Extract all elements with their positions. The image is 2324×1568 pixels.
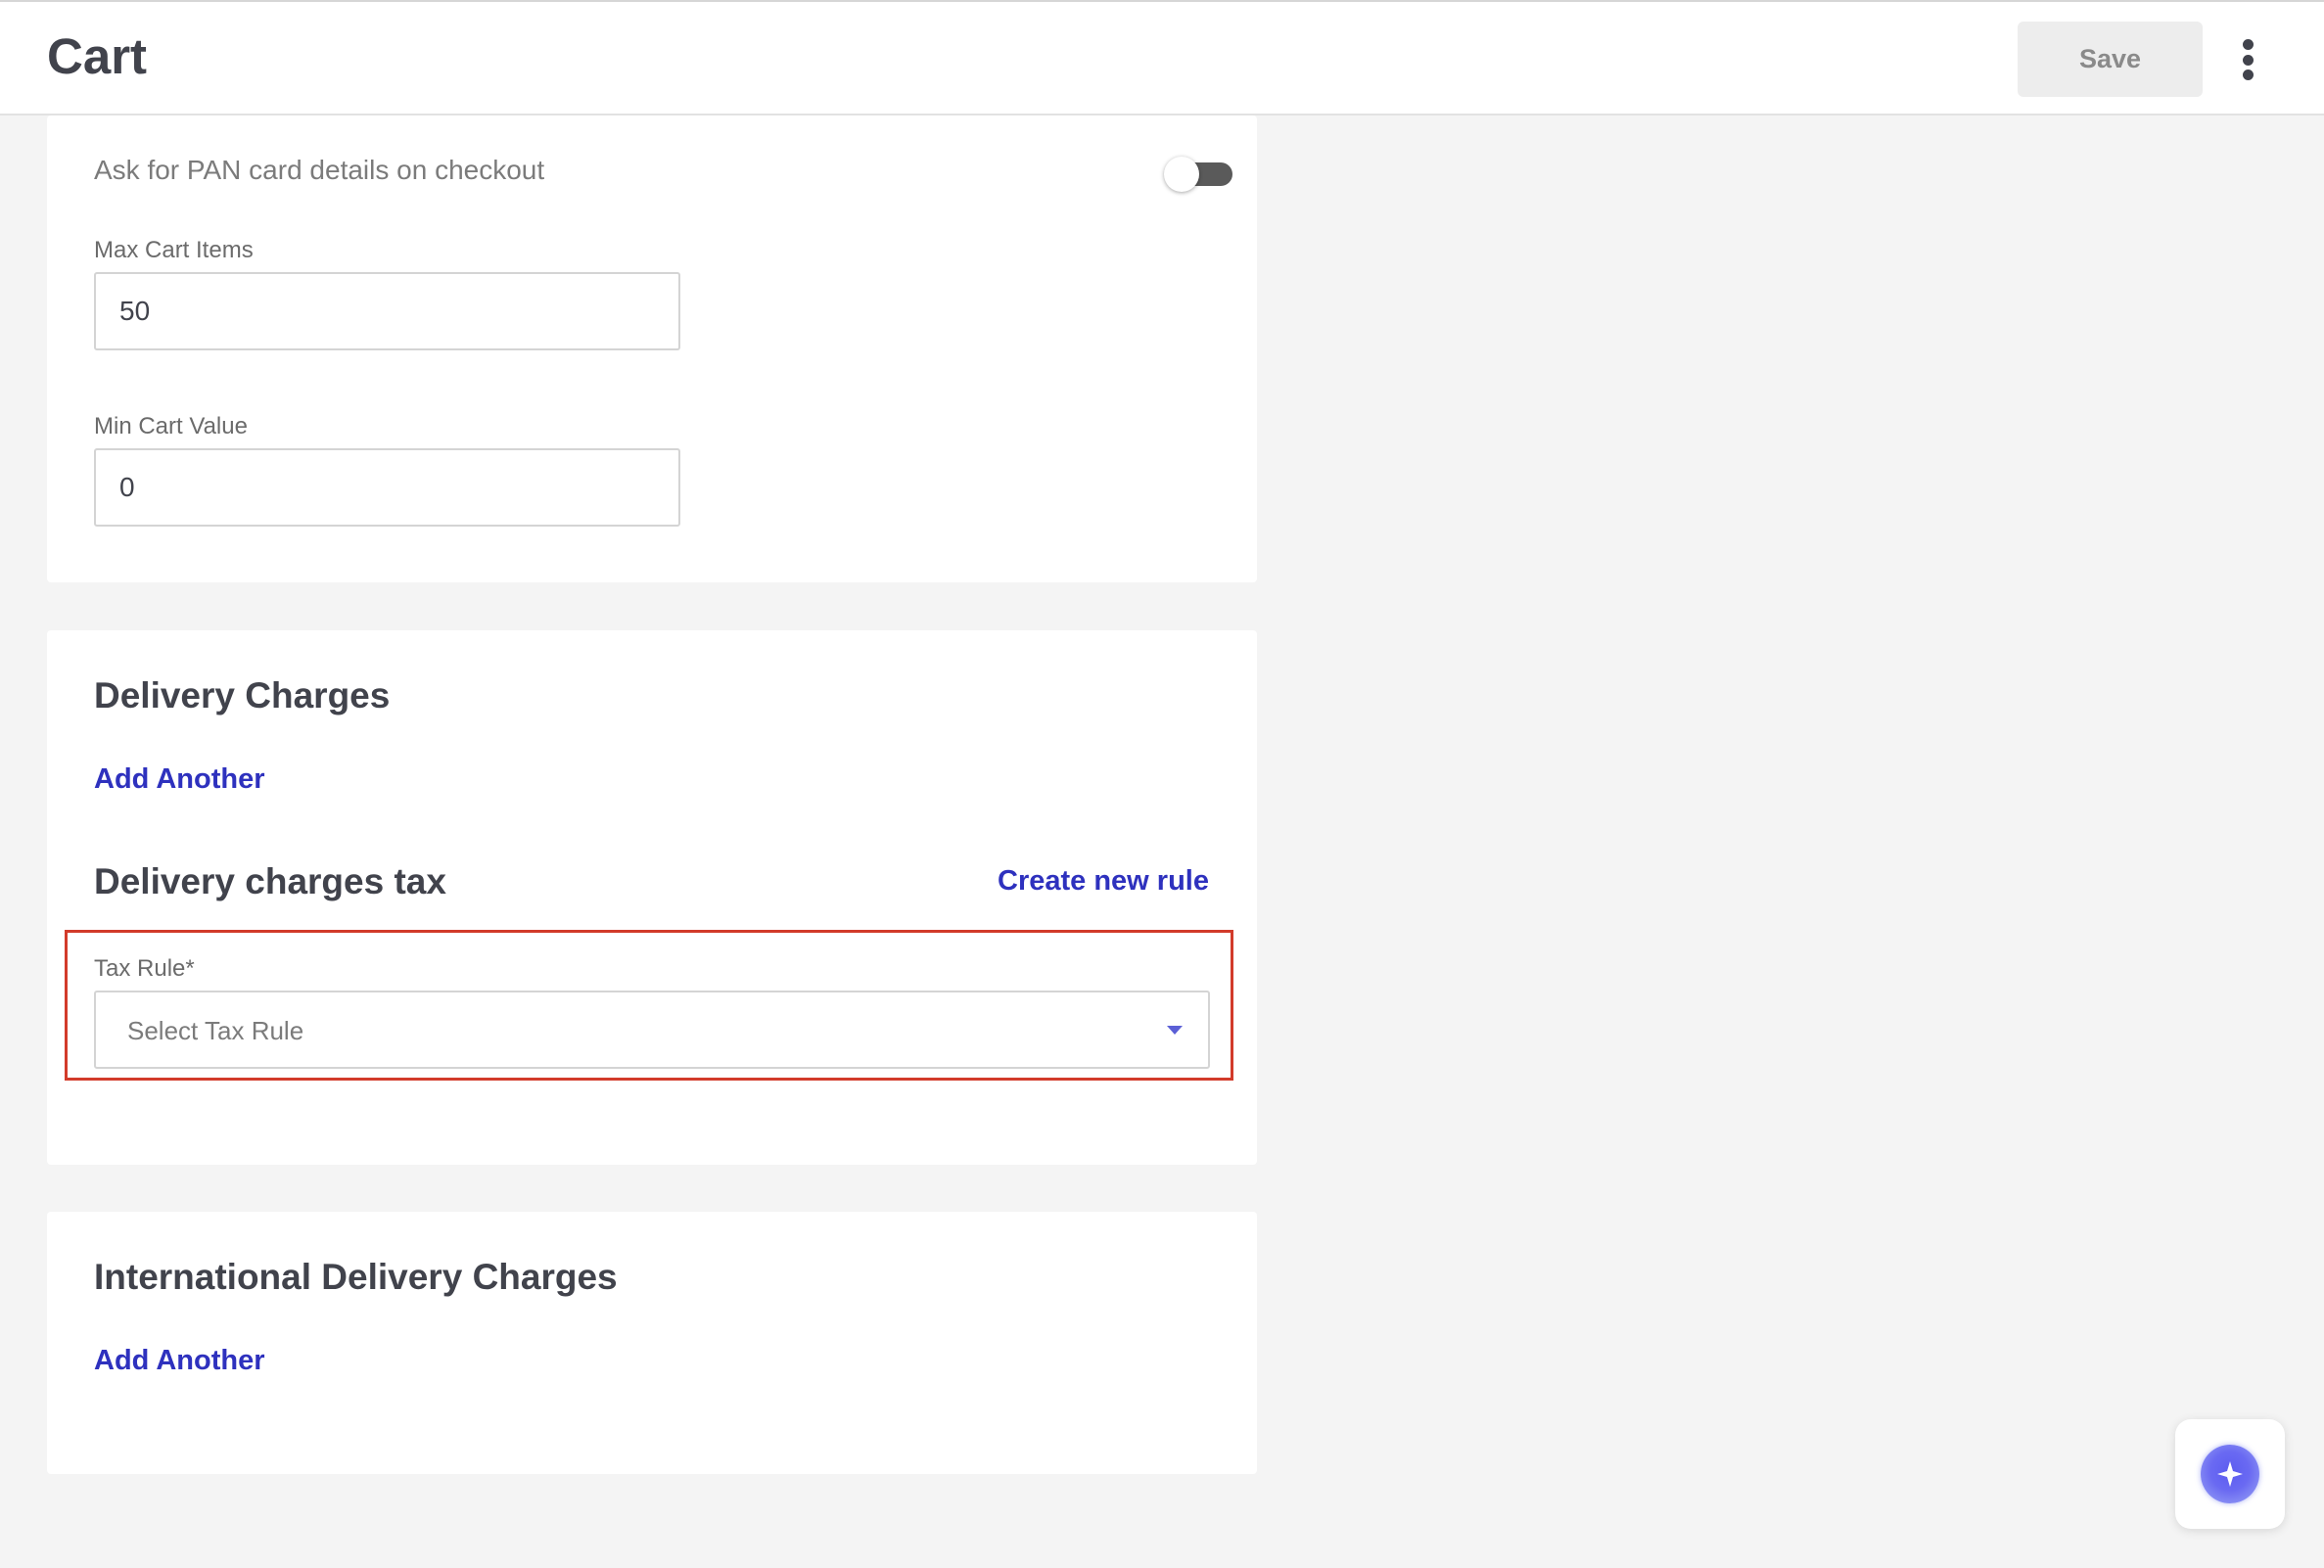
sparkle-icon [2201, 1445, 2259, 1503]
add-delivery-charge-link[interactable]: Add Another [94, 763, 265, 796]
min-cart-value-label: Min Cart Value [94, 413, 248, 439]
delivery-charges-title: Delivery Charges [94, 675, 391, 715]
kebab-dot [2242, 39, 2254, 50]
create-new-rule-link[interactable]: Create new rule [998, 865, 1209, 898]
chevron-down-icon [1167, 1026, 1183, 1035]
tax-rule-placeholder: Select Tax Rule [127, 1016, 304, 1045]
kebab-dot [2242, 69, 2254, 80]
add-international-charge-link[interactable]: Add Another [94, 1345, 265, 1377]
delivery-charges-tax-title: Delivery charges tax [94, 861, 446, 901]
page-title: Cart [47, 28, 148, 84]
cart-settings-card: Ask for PAN card details on checkout Max… [47, 115, 1257, 582]
kebab-vertical-icon[interactable] [2230, 35, 2265, 84]
international-delivery-title: International Delivery Charges [94, 1257, 618, 1297]
pan-toggle[interactable] [1164, 155, 1236, 192]
max-cart-items-label: Max Cart Items [94, 237, 254, 263]
min-cart-value-input[interactable] [94, 448, 680, 527]
kebab-dot [2242, 54, 2254, 66]
sparkle-glyph [2217, 1461, 2243, 1487]
international-delivery-card: International Delivery Charges Add Anoth… [47, 1212, 1257, 1474]
pan-toggle-label: Ask for PAN card details on checkout [94, 155, 545, 185]
toggle-knob [1164, 157, 1199, 192]
assistant-button[interactable] [2175, 1419, 2285, 1529]
tax-rule-select[interactable]: Select Tax Rule [94, 991, 1210, 1069]
tax-rule-label: Tax Rule* [94, 955, 195, 982]
page-header: Cart Save [0, 0, 2324, 115]
delivery-charges-card: Delivery Charges Add Another Delivery ch… [47, 630, 1257, 1165]
save-button[interactable]: Save [2018, 22, 2203, 97]
max-cart-items-input[interactable] [94, 272, 680, 350]
